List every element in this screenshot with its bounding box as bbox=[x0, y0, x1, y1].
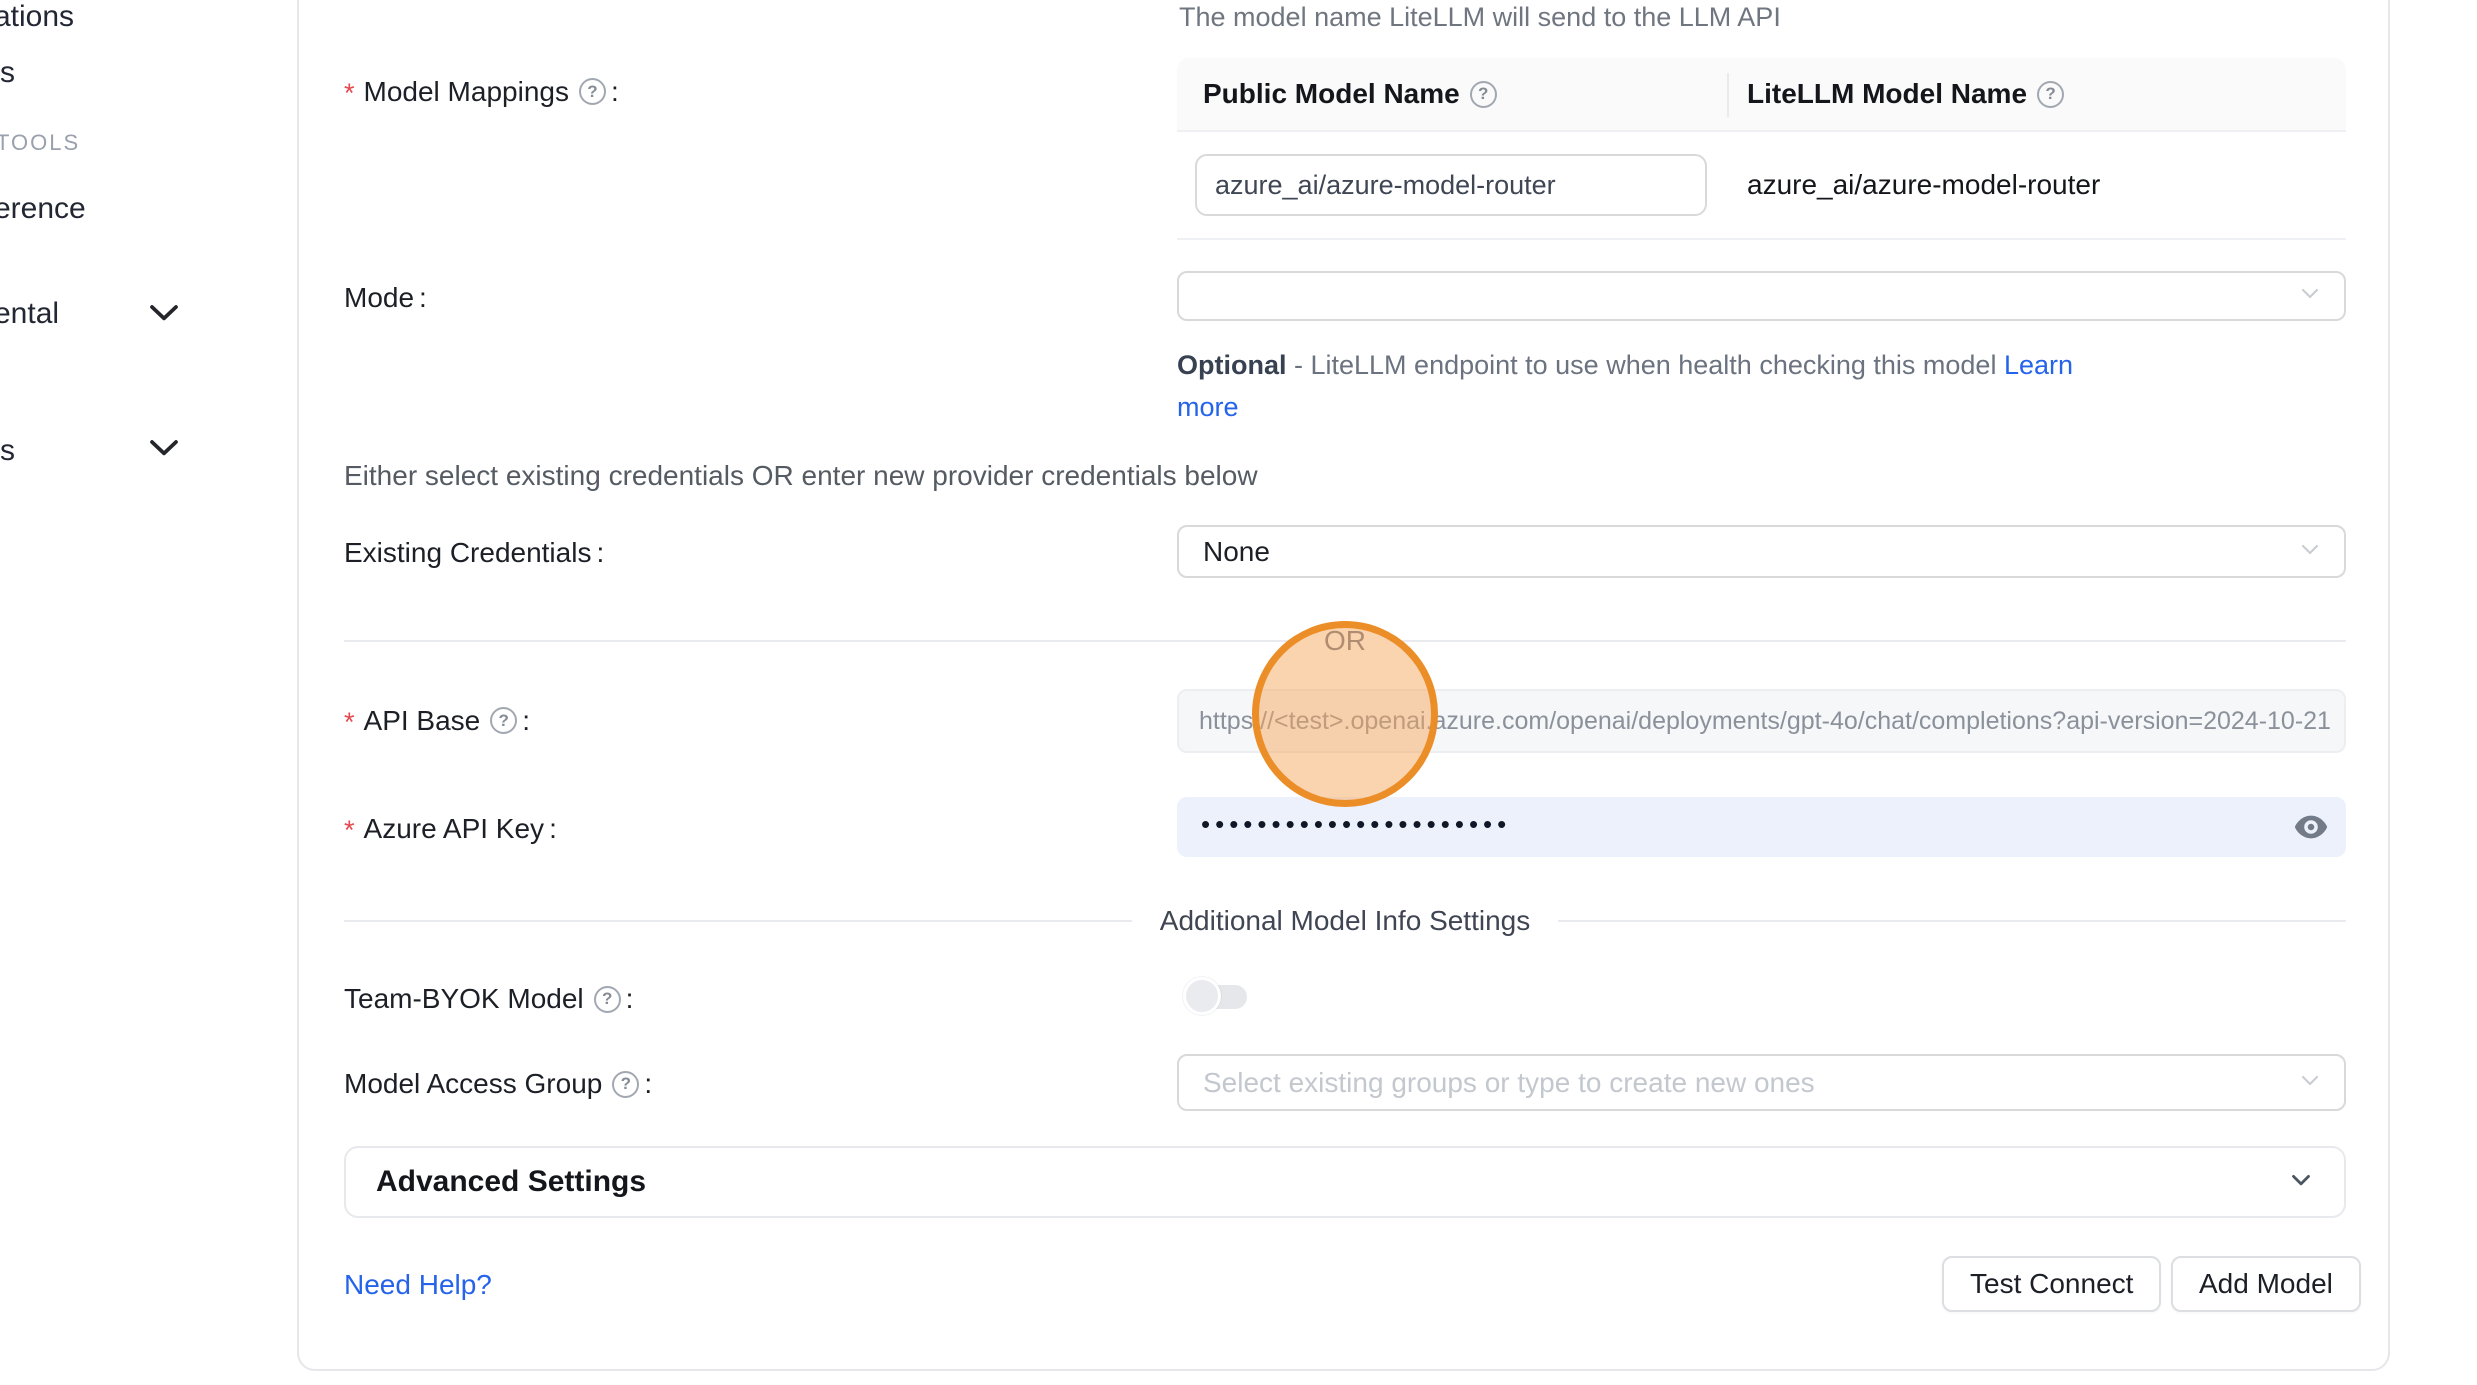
help-icon[interactable]: ? bbox=[594, 986, 621, 1013]
chevron-down-icon bbox=[2296, 1066, 2324, 1099]
advanced-settings-label: Advanced Settings bbox=[346, 1165, 646, 1199]
litellm-model-name-header: LiteLLM Model Name ? bbox=[1727, 78, 2346, 110]
model-access-group-select[interactable]: Select existing groups or type to create… bbox=[1177, 1054, 2346, 1111]
model-access-group-label: Model Access Group ? : bbox=[344, 1068, 652, 1100]
azure-api-key-label: * Azure API Key : bbox=[344, 811, 557, 846]
team-byok-label: Team-BYOK Model ? : bbox=[344, 983, 633, 1015]
chevron-down-icon bbox=[2296, 535, 2324, 568]
api-base-placeholder: https://<test>.openai.azure.com/openai/d… bbox=[1179, 707, 2346, 736]
or-divider: OR bbox=[344, 621, 2346, 661]
help-icon[interactable]: ? bbox=[579, 78, 606, 105]
model-name-help-text: The model name LiteLLM will send to the … bbox=[1179, 2, 1781, 33]
existing-credentials-label: Existing Credentials : bbox=[344, 537, 604, 569]
eye-icon[interactable] bbox=[2294, 814, 2328, 840]
help-icon[interactable]: ? bbox=[612, 1071, 639, 1098]
public-model-name-input[interactable] bbox=[1195, 154, 1707, 216]
litellm-model-name-value: azure_ai/azure-model-router bbox=[1727, 169, 2346, 201]
add-model-button[interactable]: Add Model bbox=[2171, 1256, 2361, 1312]
need-help-link[interactable]: Need Help? bbox=[344, 1269, 492, 1301]
sidebar-item[interactable]: erence bbox=[0, 192, 86, 226]
table-row: azure_ai/azure-model-router bbox=[1177, 132, 2346, 240]
chevron-down-icon bbox=[2296, 280, 2324, 313]
help-icon[interactable]: ? bbox=[2037, 81, 2064, 108]
api-base-label: * API Base ? : bbox=[344, 703, 530, 738]
column-divider bbox=[1727, 73, 1729, 117]
model-mappings-label: * Model Mappings ? : bbox=[344, 74, 619, 109]
sidebar-item[interactable]: s bbox=[0, 434, 15, 468]
sidebar-section-label: TOOLS bbox=[0, 130, 80, 156]
required-asterisk: * bbox=[344, 78, 355, 109]
mode-select[interactable] bbox=[1177, 271, 2346, 321]
existing-credentials-select[interactable]: None bbox=[1177, 525, 2346, 578]
azure-api-key-input[interactable]: •••••••••••••••••••••• bbox=[1177, 797, 2346, 857]
chevron-down-icon[interactable] bbox=[148, 438, 180, 458]
credentials-note: Either select existing credentials OR en… bbox=[344, 460, 1258, 492]
model-mappings-table: Public Model Name ? LiteLLM Model Name ?… bbox=[1177, 58, 2346, 240]
required-asterisk: * bbox=[344, 707, 355, 738]
help-icon[interactable]: ? bbox=[490, 707, 517, 734]
masked-password-dots: •••••••••••••••••••••• bbox=[1177, 809, 1511, 840]
mode-label: Mode : bbox=[344, 282, 427, 314]
section-divider: Additional Model Info Settings bbox=[344, 901, 2346, 941]
section-divider-text: Additional Model Info Settings bbox=[1160, 905, 1530, 937]
or-divider-text: OR bbox=[1324, 625, 1366, 657]
mode-help-text: Optional - LiteLLM endpoint to use when … bbox=[1177, 344, 2127, 428]
chevron-down-icon[interactable] bbox=[148, 303, 180, 323]
help-icon[interactable]: ? bbox=[1470, 81, 1497, 108]
test-connect-button[interactable]: Test Connect bbox=[1942, 1256, 2161, 1312]
sidebar-item[interactable]: ations bbox=[0, 0, 74, 34]
required-asterisk: * bbox=[344, 815, 355, 846]
table-header-row: Public Model Name ? LiteLLM Model Name ? bbox=[1177, 58, 2346, 132]
toggle-knob bbox=[1183, 977, 1221, 1015]
sidebar-item[interactable]: s bbox=[0, 56, 15, 90]
team-byok-toggle[interactable] bbox=[1183, 976, 1249, 1016]
chevron-down-icon bbox=[2286, 1165, 2316, 1200]
public-model-name-header: Public Model Name ? bbox=[1177, 78, 1727, 110]
api-base-input[interactable]: https://<test>.openai.azure.com/openai/d… bbox=[1177, 689, 2346, 753]
sidebar-item[interactable]: ental bbox=[0, 297, 59, 331]
advanced-settings-panel[interactable]: Advanced Settings bbox=[344, 1146, 2346, 1218]
